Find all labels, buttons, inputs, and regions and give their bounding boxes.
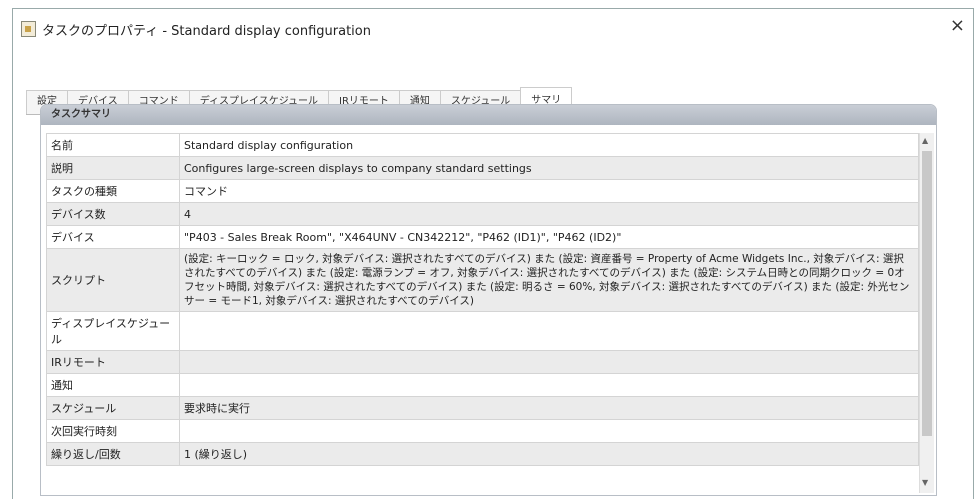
scroll-down-icon[interactable]: ▼ bbox=[922, 478, 928, 487]
row-value: "P403 - Sales Break Room", "X464UNV - CN… bbox=[179, 225, 919, 249]
row-label: 通知 bbox=[46, 373, 180, 397]
table-row: 名前 Standard display configuration bbox=[46, 133, 919, 157]
title-bar: タスクのプロパティ - Standard display configurati… bbox=[21, 19, 371, 39]
row-label: IRリモート bbox=[46, 350, 180, 374]
row-value: 要求時に実行 bbox=[179, 396, 919, 420]
row-value bbox=[179, 419, 919, 443]
close-button[interactable]: × bbox=[950, 15, 965, 36]
row-value: (設定: キーロック = ロック, 対象デバイス: 選択されたすべてのデバイス)… bbox=[179, 248, 919, 312]
panel-title: タスクサマリ bbox=[41, 105, 936, 125]
row-label: デバイス数 bbox=[46, 202, 180, 226]
table-row: ディスプレイスケジュール bbox=[46, 311, 919, 351]
row-value bbox=[179, 350, 919, 374]
table-row: デバイス数 4 bbox=[46, 202, 919, 226]
row-label: 名前 bbox=[46, 133, 180, 157]
row-value bbox=[179, 311, 919, 351]
table-row: 通知 bbox=[46, 373, 919, 397]
task-icon bbox=[21, 21, 36, 37]
row-label: スクリプト bbox=[46, 248, 180, 312]
row-label: 次回実行時刻 bbox=[46, 419, 180, 443]
row-value: Standard display configuration bbox=[179, 133, 919, 157]
row-label: スケジュール bbox=[46, 396, 180, 420]
window-title: タスクのプロパティ - Standard display configurati… bbox=[42, 23, 371, 39]
row-value: 4 bbox=[179, 202, 919, 226]
table-row: スクリプト (設定: キーロック = ロック, 対象デバイス: 選択されたすべての… bbox=[46, 248, 919, 312]
scroll-up-icon[interactable]: ▲ bbox=[922, 136, 928, 145]
row-label: ディスプレイスケジュール bbox=[46, 311, 180, 351]
table-row: 説明 Configures large-screen displays to co… bbox=[46, 156, 919, 180]
scrollbar-thumb[interactable] bbox=[922, 151, 932, 436]
table-row: タスクの種類 コマンド bbox=[46, 179, 919, 203]
row-label: タスクの種類 bbox=[46, 179, 180, 203]
row-value: コマンド bbox=[179, 179, 919, 203]
table-row: デバイス "P403 - Sales Break Room", "X464UNV … bbox=[46, 225, 919, 249]
table-row: 次回実行時刻 bbox=[46, 419, 919, 443]
row-label: 説明 bbox=[46, 156, 180, 180]
scrollbar[interactable]: ▲ ▼ bbox=[919, 133, 934, 493]
table-row: 繰り返し/回数 1 (繰り返し) bbox=[46, 442, 919, 466]
row-value bbox=[179, 373, 919, 397]
table-row: IRリモート bbox=[46, 350, 919, 374]
row-label: 繰り返し/回数 bbox=[46, 442, 180, 466]
task-summary-panel: タスクサマリ 名前 Standard display configuration 説… bbox=[40, 104, 937, 496]
table-row: スケジュール 要求時に実行 bbox=[46, 396, 919, 420]
row-value: Configures large-screen displays to comp… bbox=[179, 156, 919, 180]
summary-table: 名前 Standard display configuration 説明 Config… bbox=[46, 133, 919, 466]
row-value: 1 (繰り返し) bbox=[179, 442, 919, 466]
row-label: デバイス bbox=[46, 225, 180, 249]
